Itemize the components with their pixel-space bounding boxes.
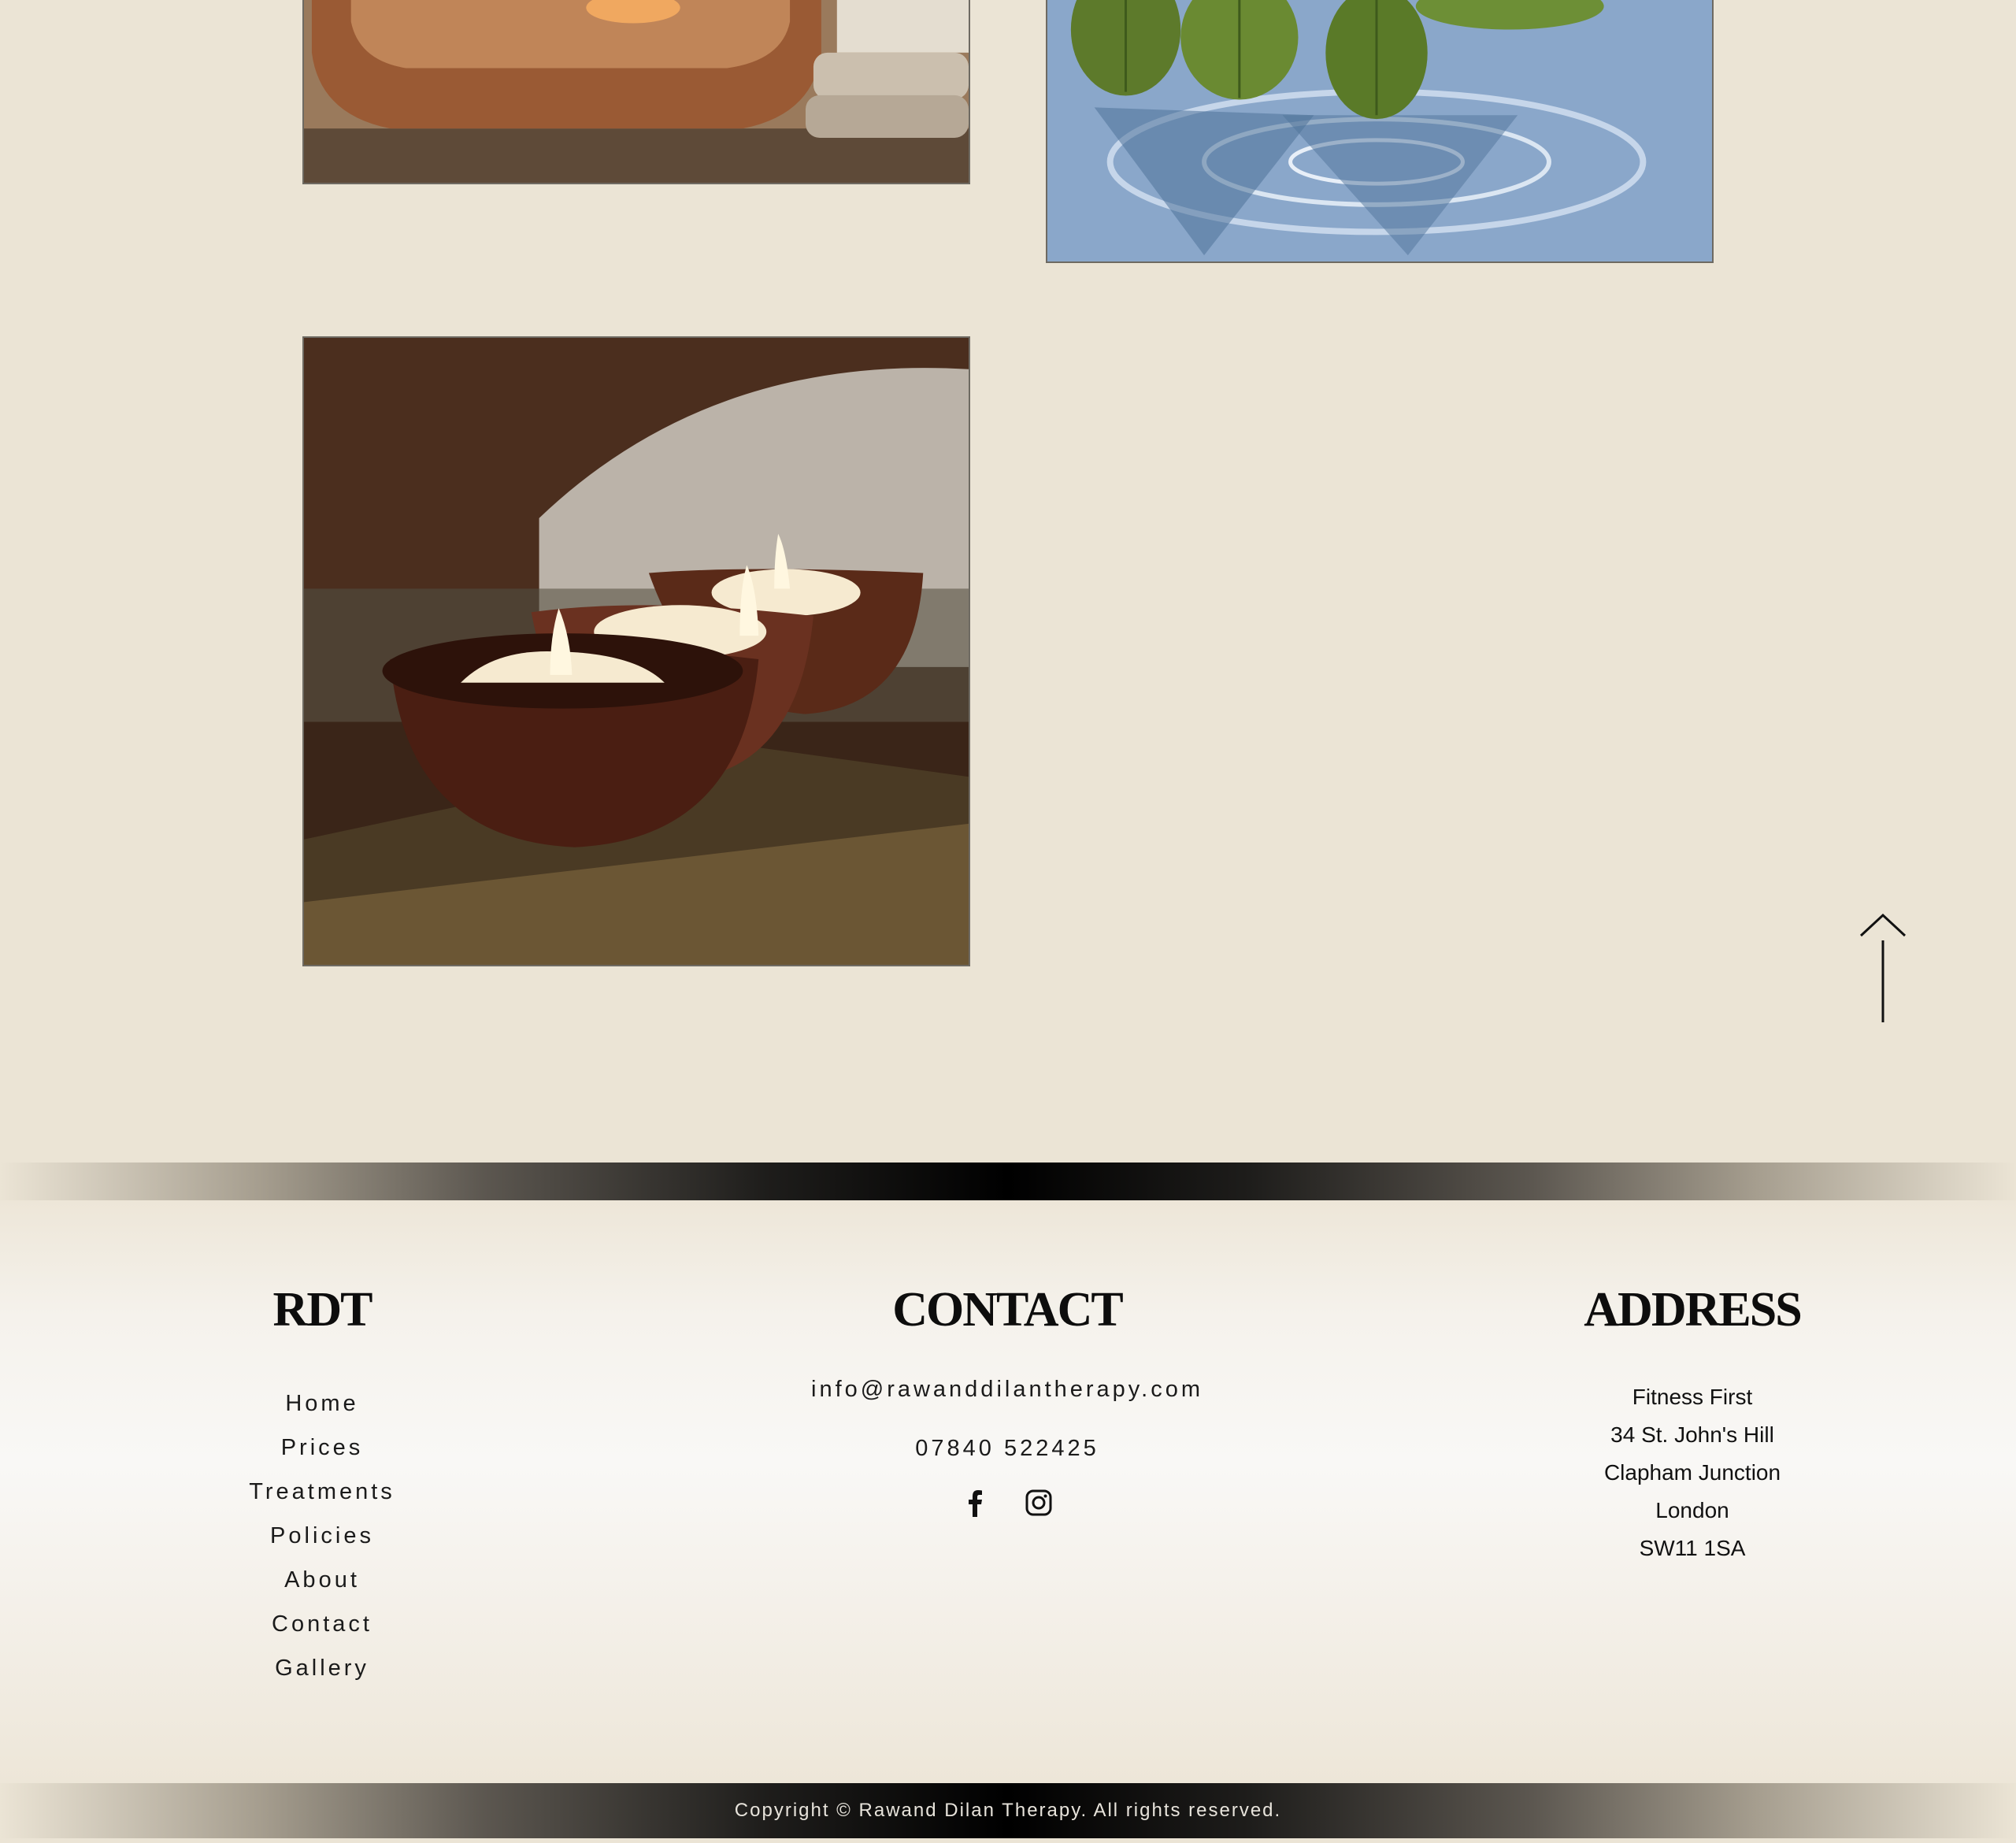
social-links: [771, 1489, 1243, 1517]
candles-photo[interactable]: [302, 336, 970, 966]
nav-link-home[interactable]: Home: [86, 1381, 558, 1426]
contact-phone[interactable]: 07840 522425: [771, 1436, 1243, 1462]
address-line: 34 St. John's Hill: [1610, 1422, 1774, 1447]
footer-contact-column: CONTACT info@rawanddilantherapy.com 0784…: [771, 1285, 1243, 1517]
nav-link-about[interactable]: About: [86, 1558, 558, 1602]
leaves-water-photo[interactable]: [1046, 0, 1714, 263]
nav-link-policies[interactable]: Policies: [86, 1514, 558, 1558]
footer-nav: Home Prices Treatments Policies About Co…: [86, 1381, 558, 1690]
address-line: Fitness First: [1632, 1385, 1753, 1409]
footer-address-column: ADDRESS Fitness First 34 St. John's Hill…: [1456, 1285, 1929, 1567]
brand-title: RDT: [272, 1283, 373, 1337]
nav-link-contact[interactable]: Contact: [86, 1602, 558, 1646]
footer-divider-band: [0, 1163, 2016, 1200]
address-line: Clapham Junction: [1603, 1460, 1781, 1485]
back-to-top-button[interactable]: [1858, 912, 1907, 1022]
site-footer: RDT Home Prices Treatments Policies Abou…: [0, 1200, 2016, 1783]
instagram-icon[interactable]: [1025, 1489, 1053, 1517]
copyright-bar: Copyright © Rawand Dilan Therapy. All ri…: [0, 1783, 2016, 1838]
spa-bowl-photo[interactable]: [302, 0, 970, 184]
contact-title: CONTACT: [892, 1283, 1123, 1337]
copyright-text: Copyright © Rawand Dilan Therapy. All ri…: [734, 1800, 1282, 1821]
address-block: Fitness First 34 St. John's Hill Clapham…: [1456, 1378, 1929, 1567]
nav-link-treatments[interactable]: Treatments: [86, 1470, 558, 1514]
address-line: London: [1655, 1498, 1729, 1522]
nav-link-gallery[interactable]: Gallery: [86, 1646, 558, 1690]
address-line: SW11 1SA: [1639, 1536, 1746, 1560]
contact-email-link[interactable]: info@rawanddilantherapy.com: [771, 1377, 1243, 1403]
footer-brand-column: RDT Home Prices Treatments Policies Abou…: [86, 1285, 558, 1690]
arrow-up-icon: [1858, 912, 1907, 1022]
nav-link-prices[interactable]: Prices: [86, 1426, 558, 1470]
facebook-icon[interactable]: [962, 1489, 990, 1517]
address-title: ADDRESS: [1584, 1283, 1802, 1337]
